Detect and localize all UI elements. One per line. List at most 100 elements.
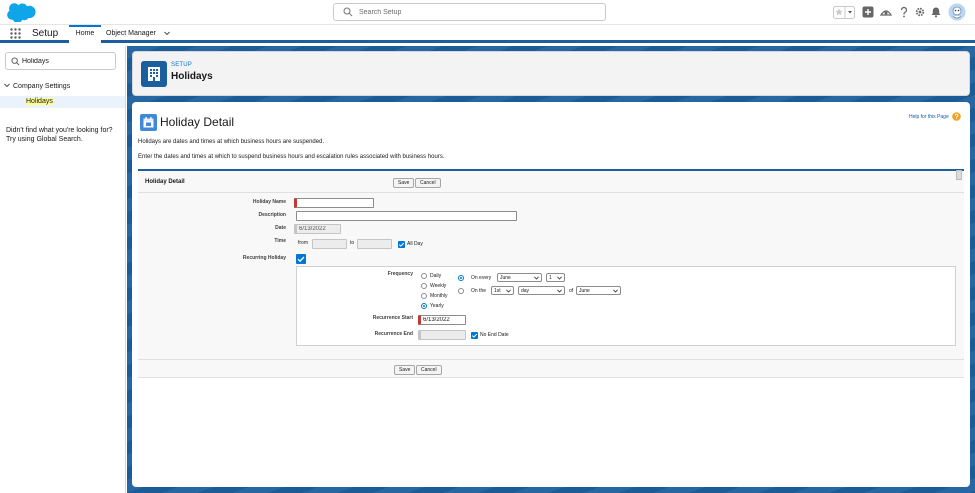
checkmark-icon xyxy=(297,256,305,263)
favorites-star-icon[interactable] xyxy=(833,6,855,19)
global-search-input[interactable] xyxy=(359,6,599,18)
holiday-name-input[interactable] xyxy=(294,198,374,208)
block-title: Holiday Detail xyxy=(145,179,185,185)
recurrence-end-input[interactable] xyxy=(418,330,466,340)
frequency-option-label: Monthly xyxy=(430,293,448,299)
salesforce-logo-icon[interactable] xyxy=(6,3,36,22)
app-name: Setup xyxy=(32,28,59,39)
chevron-down-icon xyxy=(506,289,511,293)
save-button[interactable]: Save xyxy=(394,365,416,375)
content-card: Holiday Detail Help for this Page Holida… xyxy=(132,102,970,487)
frequency-monthly-radio[interactable] xyxy=(421,293,427,299)
save-button[interactable]: Save xyxy=(393,178,415,188)
description-text: Enter the dates and times at which to su… xyxy=(138,154,445,160)
user-avatar-icon[interactable] xyxy=(948,3,966,21)
recurring-holiday-checkbox[interactable] xyxy=(296,254,306,264)
recurrence-end-label: Recurrence End xyxy=(374,331,413,337)
recurrence-start-label: Recurrence Start xyxy=(372,315,413,321)
frequency-weekly-radio[interactable] xyxy=(421,283,427,289)
quick-find-input[interactable] xyxy=(22,55,112,67)
chevron-down-icon[interactable] xyxy=(164,31,170,36)
global-header xyxy=(0,0,975,25)
select-value: June xyxy=(500,275,511,281)
description-input[interactable] xyxy=(296,211,517,221)
scroll-handle[interactable] xyxy=(956,170,962,180)
time-to-label: to xyxy=(350,240,355,246)
help-for-page-link[interactable]: Help for this Page xyxy=(909,112,961,121)
sidebar-help-line: Didn't find what you're looking for? xyxy=(6,127,113,134)
sidebar-help-line: Try using Global Search. xyxy=(6,136,83,143)
checkmark-icon xyxy=(398,242,405,247)
on-every-day-select[interactable]: 1 xyxy=(546,273,565,282)
sidebar-help-text: Didn't find what you're looking for? Try… xyxy=(6,126,124,144)
sidebar-item-label: Company Settings xyxy=(13,83,71,90)
frequency-label: Frequency xyxy=(387,271,413,277)
app-launcher-grid-icon[interactable] xyxy=(10,28,21,39)
on-the-ordinal-select[interactable]: 1st xyxy=(491,286,514,295)
chevron-down-icon xyxy=(557,289,562,293)
chevron-down-icon xyxy=(4,83,10,88)
divider xyxy=(138,359,964,360)
quick-find-box[interactable] xyxy=(5,52,116,70)
global-search[interactable] xyxy=(333,3,606,21)
time-from-label: from xyxy=(298,240,308,246)
global-actions-plus-icon[interactable] xyxy=(862,6,874,18)
on-every-label: On every xyxy=(471,275,492,281)
recurrence-start-input[interactable] xyxy=(418,315,466,325)
search-icon xyxy=(11,57,20,66)
tab-object-manager-label: Object Manager xyxy=(106,30,156,37)
setup-gear-icon[interactable] xyxy=(914,6,926,18)
on-the-radio[interactable] xyxy=(458,288,464,294)
date-input[interactable] xyxy=(294,224,341,234)
select-value: day xyxy=(521,288,530,294)
holiday-name-label: Holiday Name xyxy=(252,199,286,205)
select-value: 1st xyxy=(494,288,501,294)
page-eyebrow[interactable]: SETUP xyxy=(171,62,192,68)
tab-home[interactable]: Home xyxy=(69,25,101,43)
frequency-option-label: Weekly xyxy=(430,283,447,289)
building-icon xyxy=(141,61,167,87)
sidebar-item-company-settings[interactable]: Company Settings xyxy=(4,83,70,90)
frequency-option-label: Daily xyxy=(430,273,442,279)
select-value: June xyxy=(579,288,590,294)
description-text: Holidays are dates and times at which bu… xyxy=(138,139,325,145)
date-label: Date xyxy=(275,225,286,231)
on-the-unit-select[interactable]: day xyxy=(518,286,565,295)
help-question-icon xyxy=(952,112,961,121)
cancel-button[interactable]: Cancel xyxy=(416,365,442,375)
frequency-daily-radio[interactable] xyxy=(421,273,427,279)
description-label: Description xyxy=(258,212,286,218)
recurring-holiday-label: Recurring Holiday xyxy=(242,255,286,261)
all-day-checkbox[interactable] xyxy=(398,241,405,248)
setup-sidebar: Company Settings Holidays Didn't find wh… xyxy=(0,46,126,493)
chevron-down-icon xyxy=(613,289,618,293)
chevron-down-icon xyxy=(534,276,539,280)
tab-object-manager[interactable]: Object Manager xyxy=(106,25,176,43)
chevron-down-icon xyxy=(557,276,562,280)
sidebar-item-label: Holidays xyxy=(25,98,54,105)
recurrence-panel: Frequency Daily Weekly Monthly Yearly On… xyxy=(296,266,956,346)
context-nav-bar: Setup Home Object Manager xyxy=(0,25,975,43)
checkmark-icon xyxy=(471,333,478,338)
notifications-bell-icon[interactable] xyxy=(930,6,942,18)
on-the-month-select[interactable]: June xyxy=(576,286,621,295)
on-the-label: On the xyxy=(471,288,487,294)
block-header: Holiday Detail Save Cancel xyxy=(138,170,964,193)
help-link-label: Help for this Page xyxy=(909,114,949,120)
no-end-date-checkbox[interactable] xyxy=(471,332,478,339)
cancel-button[interactable]: Cancel xyxy=(415,178,441,188)
on-every-month-select[interactable]: June xyxy=(497,273,542,282)
search-icon xyxy=(343,7,353,17)
time-label: Time xyxy=(274,238,286,244)
sidebar-item-holidays[interactable]: Holidays xyxy=(0,96,125,108)
on-every-radio[interactable] xyxy=(458,275,464,281)
help-icon[interactable] xyxy=(898,6,910,18)
frequency-yearly-radio[interactable] xyxy=(421,303,427,309)
trailhead-icon[interactable] xyxy=(880,6,892,18)
no-end-date-label: No End Date xyxy=(480,332,509,338)
frequency-option-label: Yearly xyxy=(430,303,444,309)
time-to-input[interactable] xyxy=(357,239,392,249)
time-from-input[interactable] xyxy=(312,239,347,249)
detail-title: Holiday Detail xyxy=(160,115,235,129)
of-label: of xyxy=(569,288,574,294)
